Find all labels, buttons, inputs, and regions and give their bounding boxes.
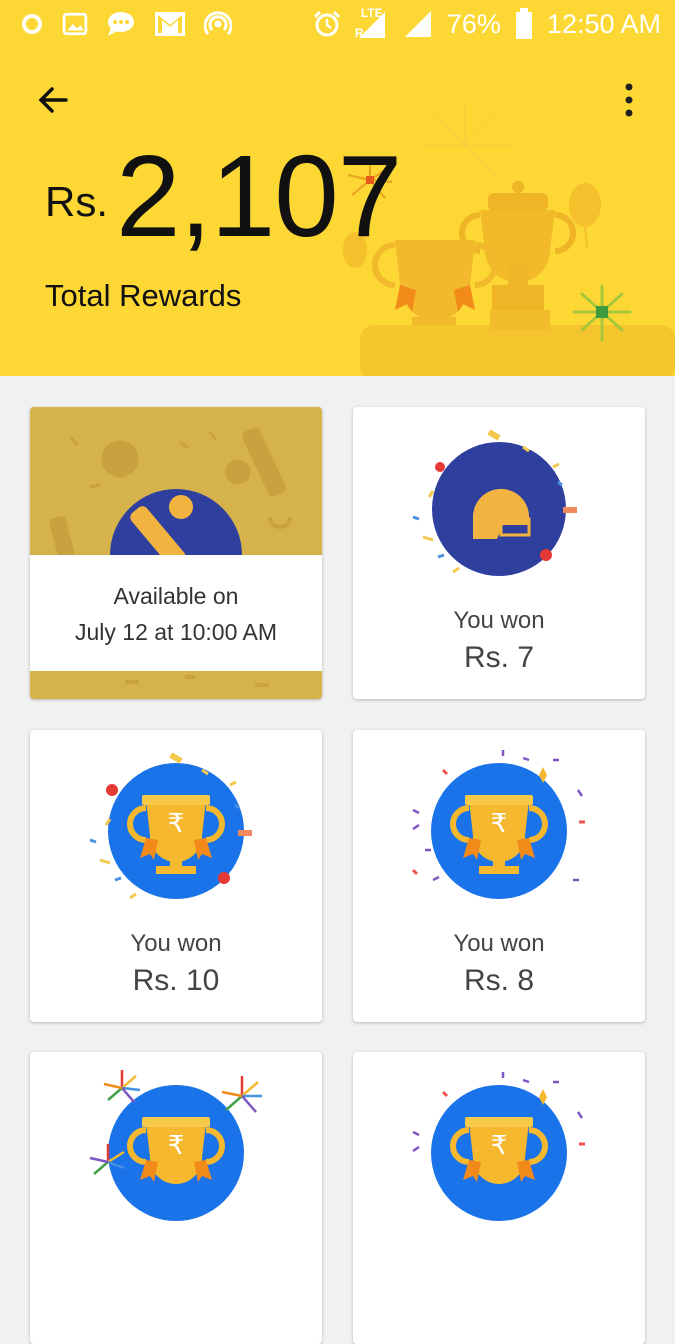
trophy-icon: ₹ [412,1072,585,1221]
reward-card[interactable]: You won Rs. 7 [353,407,645,699]
reward-amount: Rs. 7 [463,641,535,674]
reward-amount: Rs. 10 [132,964,220,997]
network-type-label: LTE [360,6,383,20]
svg-text:₹: ₹ [491,809,508,839]
trophy-icon: ₹ [89,1070,262,1221]
availability-panel: Available on July 12 at 10:00 AM [30,555,322,671]
status-bar: LTE R 76% 12:50 AM [0,0,675,50]
trophy-icon: ₹ [89,752,252,900]
battery-percent: 76% [446,8,501,39]
battery-icon [515,8,533,40]
available-on-label: Available on [113,583,239,609]
chat-icon [106,10,136,38]
you-won-label: You won [453,930,545,957]
you-won-label: You won [130,930,222,957]
reward-card[interactable]: ₹ You won Rs. 8 [353,730,645,1022]
back-button[interactable] [32,78,76,122]
reward-card[interactable]: ₹ [353,1052,645,1344]
reward-card-locked[interactable]: Available on July 12 at 10:00 AM [30,407,322,699]
clock: 12:50 AM [546,8,661,39]
alarm-icon [313,10,341,38]
reward-card[interactable]: ₹ You won Rs. 10 [30,730,322,1022]
gmail-icon [154,10,186,38]
svg-text:₹: ₹ [168,809,185,839]
cricket-helmet-icon [412,429,577,576]
availability-date: July 12 at 10:00 AM [74,619,277,645]
reward-card[interactable]: ₹ [30,1052,322,1344]
hotspot-icon [204,10,232,38]
reward-amount: Rs. 8 [463,964,535,997]
wifi-signal-icon [403,9,433,39]
total-rewards-amount: 2,107 [116,131,402,261]
svg-text:₹: ₹ [168,1131,185,1161]
svg-text:₹: ₹ [491,1131,508,1161]
arrow-back-icon [38,87,68,113]
you-won-label: You won [453,607,545,634]
notification-dot-icon [20,12,44,36]
total-rewards-label: Total Rewards [45,278,242,313]
currency-prefix: Rs. [45,178,108,225]
trophy-icon: ₹ [411,750,585,899]
image-icon [62,11,88,37]
rewards-header: LTE R 76% 12:50 AM Rs. 2,107 Total Rewar… [0,0,675,376]
roaming-label: R [354,26,364,40]
signal-icon: LTE R [354,6,389,40]
